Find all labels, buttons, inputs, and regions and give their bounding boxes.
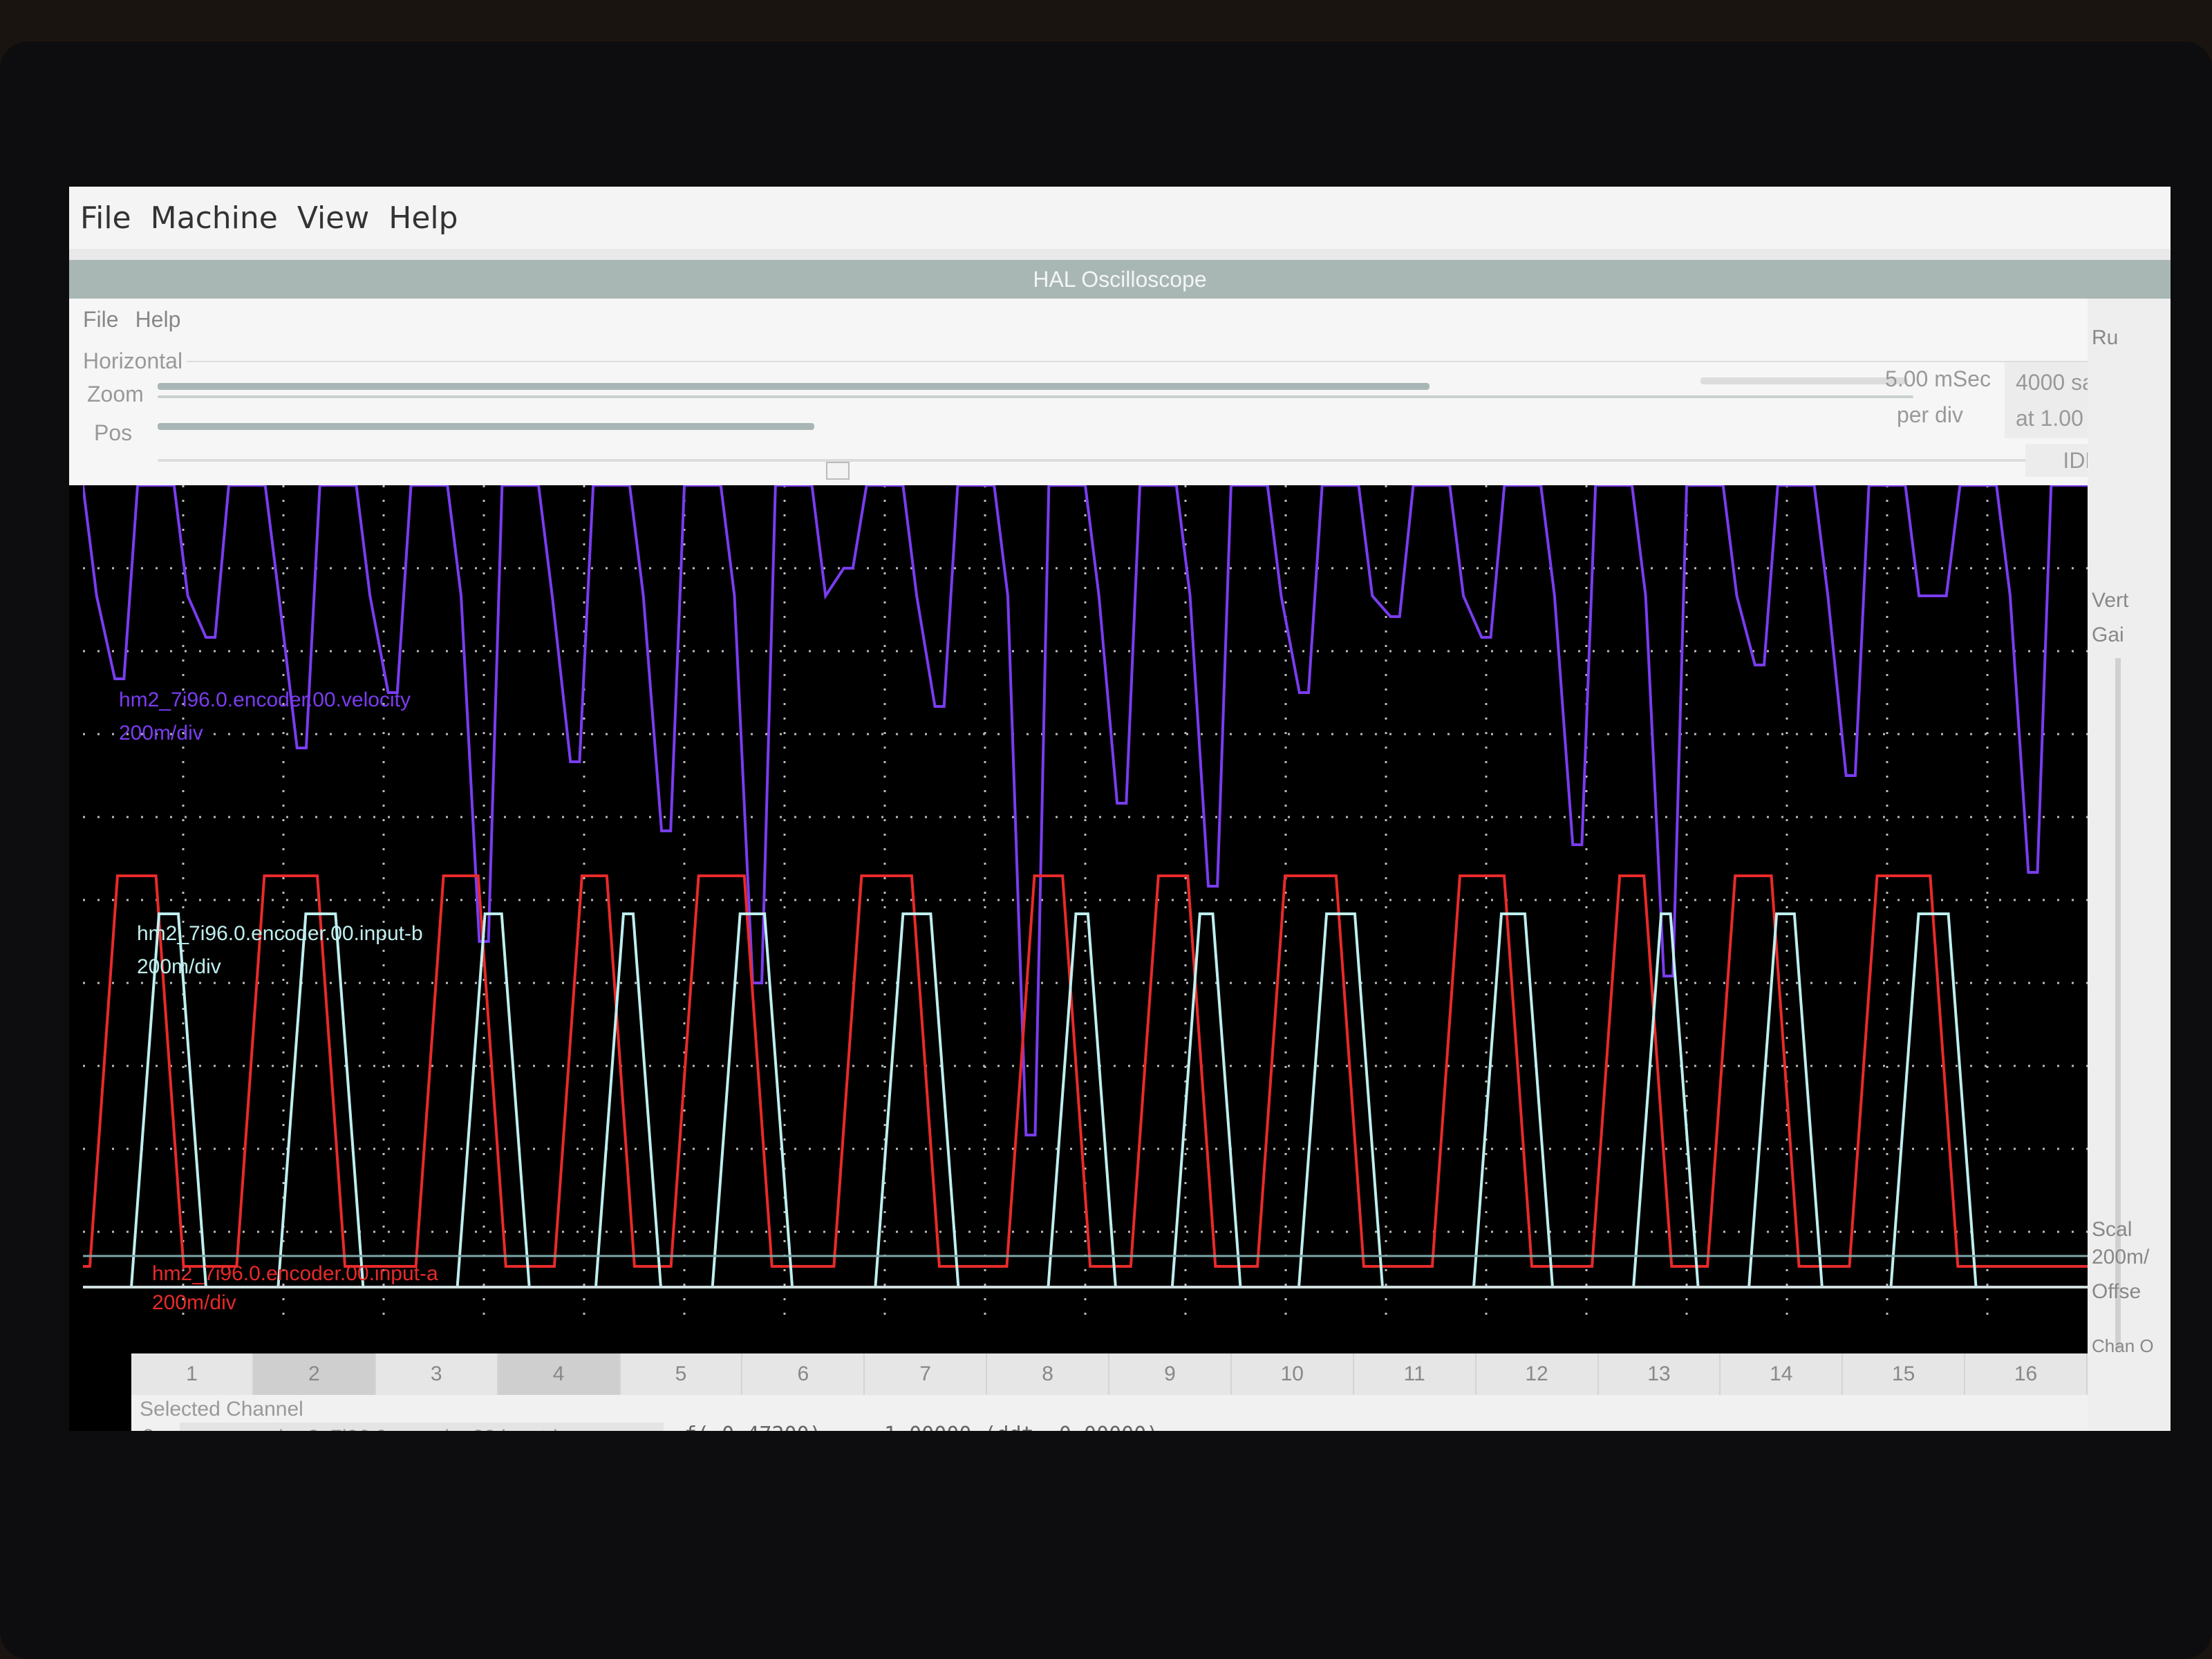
channel-button-12[interactable]: 12 [1477,1353,1599,1395]
channel-button-10[interactable]: 10 [1232,1353,1354,1395]
scope-menubar: File Help [83,307,180,332]
channel-button-6[interactable]: 6 [742,1353,865,1395]
timebase-value: 5.00 mSec [1885,366,1991,391]
app-toolbar [69,249,2171,260]
channel-button-11[interactable]: 11 [1354,1353,1477,1395]
menu-file[interactable]: File [80,200,131,236]
horizontal-frame-label: Horizontal [83,348,183,373]
zoom-slider-track[interactable] [158,383,1430,390]
scope-controls: File Help Horizontal Zoom Pos 5.00 mSec … [69,299,2171,485]
channel-button-14[interactable]: 14 [1721,1353,1844,1395]
scale-value: 200m/ [2092,1246,2150,1268]
channel-button-16[interactable]: 16 [1965,1353,2088,1395]
menu-machine[interactable]: Machine [151,200,278,236]
window-title: HAL Oscilloscope [69,260,2171,299]
selected-channel-name[interactable]: hm2_7i96.0.encoder.00.input-b [180,1423,664,1431]
chan-options-label: Chan O [2092,1335,2154,1356]
selected-channel-label: Selected Channel [140,1398,303,1421]
channel-button-5[interactable]: 5 [621,1353,743,1395]
trace-scale-input-a: 200m/div [152,1291,236,1314]
trace-scale-velocity: 200m/div [119,722,203,744]
scale-label: Scal [2092,1218,2133,1241]
app-menubar: File Machine View Help [69,187,2171,249]
run-mode-label: Ru [2092,326,2119,349]
channel-button-4[interactable]: 4 [498,1353,621,1395]
selected-channel-number: 2 [142,1425,154,1431]
channel-button-2[interactable]: 2 [253,1353,376,1395]
pos-label: Pos [94,420,133,445]
trace-label-input-a: hm2_7i96.0.encoder.00.input-a [152,1262,438,1285]
selected-channel-panel: Selected Channel 2 hm2_7i96.0.encoder.00… [131,1395,2088,1431]
scope-menu-file[interactable]: File [83,307,119,332]
per-div-label: per div [1896,402,1963,427]
channel-button-1[interactable]: 1 [131,1353,254,1395]
menu-view[interactable]: View [297,200,369,236]
right-panel: Ru Vert Gai Scal 200m/ Offse Chan O [2088,299,2171,1431]
screen: File Machine View Help HAL Oscilloscope … [69,187,2171,1431]
channel-button-13[interactable]: 13 [1599,1353,1721,1395]
frame-divider [187,361,2171,362]
vertical-label: Vert [2092,589,2129,612]
cursor-readout: f(-0.47200) = 1.00000 (ddt 0.00000) [684,1423,1159,1431]
menu-help[interactable]: Help [388,200,458,236]
trace-label-velocity: hm2_7i96.0.encoder.00.velocity [119,688,411,711]
channel-button-8[interactable]: 8 [987,1353,1109,1395]
scope-plot[interactable]: hm2_7i96.0.encoder.00.velocity 200m/div … [82,484,2088,1315]
channel-button-7[interactable]: 7 [865,1353,988,1395]
trace-label-input-b: hm2_7i96.0.encoder.00.input-b [137,922,423,945]
channel-button-3[interactable]: 3 [376,1353,498,1395]
channel-button-9[interactable]: 9 [1109,1353,1232,1395]
offset-label: Offse [2092,1280,2141,1303]
zoom-slider-rail [158,395,1913,398]
trace-scale-input-b: 200m/div [137,955,221,978]
channel-selector: 1 2 3 4 5 6 7 8 9 10 11 12 13 14 15 16 [131,1353,2088,1395]
scope-menu-help[interactable]: Help [135,307,181,332]
pos-slider-track[interactable] [158,423,814,430]
pos-slider-rail [158,459,2093,462]
channel-button-15[interactable]: 15 [1843,1353,1966,1395]
gain-label: Gai [2092,624,2124,646]
pos-slider-handle[interactable] [826,462,850,480]
scope-graph: hm2_7i96.0.encoder.00.velocity 200m/div … [82,484,2088,1315]
zoom-label: Zoom [87,382,144,406]
